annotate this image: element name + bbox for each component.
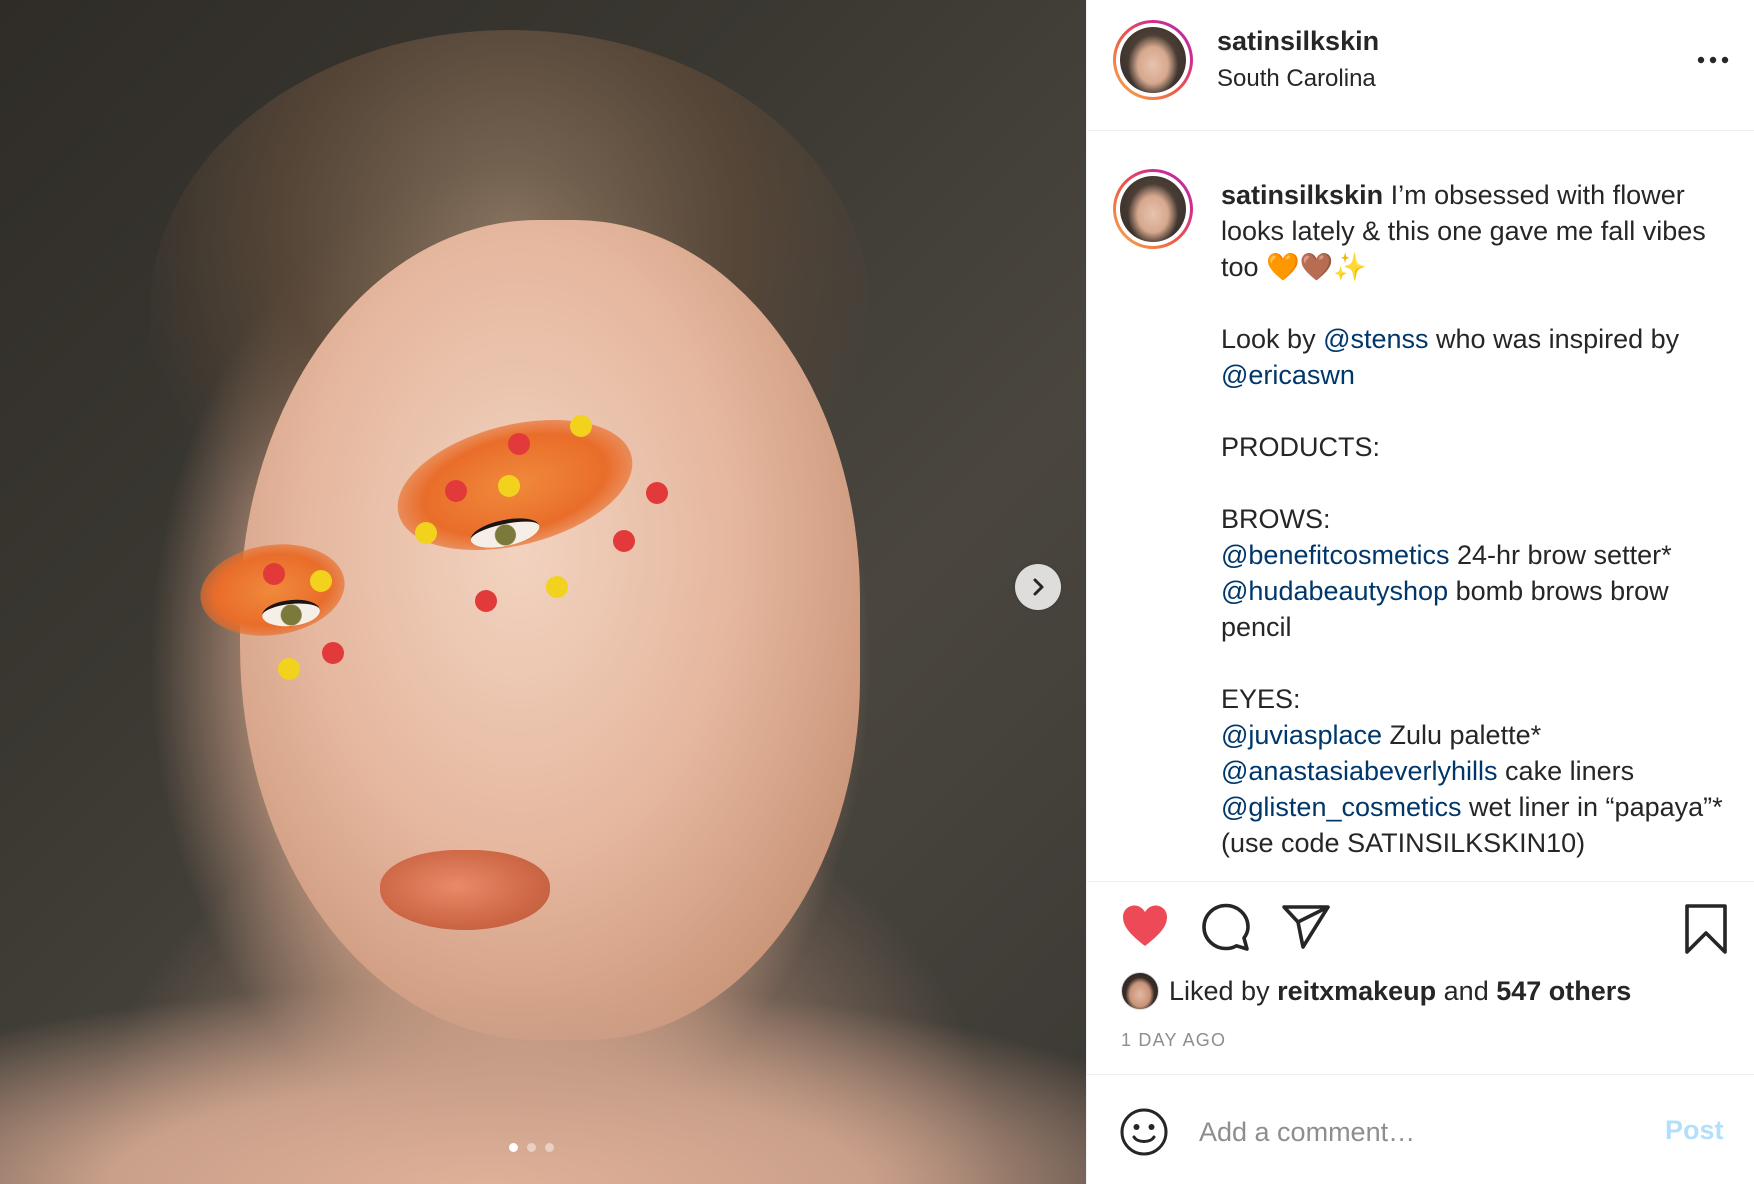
flower-decal bbox=[322, 642, 344, 664]
flower-decal bbox=[570, 415, 592, 437]
post-side-panel: satinsilkskin South Carolina satinsilksk… bbox=[1086, 0, 1754, 1184]
author-username[interactable]: satinsilkskin bbox=[1217, 26, 1379, 57]
emoji-button[interactable] bbox=[1119, 1107, 1169, 1157]
flower-decal bbox=[415, 522, 437, 544]
product-text: 24-hr brow setter* bbox=[1449, 540, 1672, 570]
products-heading: PRODUCTS: bbox=[1221, 432, 1381, 462]
carousel-dot-active bbox=[509, 1143, 518, 1152]
mention-link[interactable]: @glisten_cosmetics bbox=[1221, 792, 1462, 822]
caption-area: satinsilkskin I’m obsessed with flower l… bbox=[1087, 131, 1754, 882]
comment-icon bbox=[1202, 903, 1250, 951]
caption-username[interactable]: satinsilkskin bbox=[1221, 180, 1383, 210]
flower-decal bbox=[508, 433, 530, 455]
carousel-dot bbox=[545, 1143, 554, 1152]
comment-input[interactable] bbox=[1199, 1109, 1639, 1155]
share-button[interactable] bbox=[1279, 902, 1333, 952]
mention-link[interactable]: @hudabeautyshop bbox=[1221, 576, 1448, 606]
mention-link[interactable]: @benefitcosmetics bbox=[1221, 540, 1450, 570]
comment-button[interactable] bbox=[1199, 900, 1253, 954]
caption-inspired: who was inspired by bbox=[1428, 324, 1687, 354]
liker-username[interactable]: reitxmakeup bbox=[1277, 976, 1436, 1006]
mention-link[interactable]: @juviasplace bbox=[1221, 720, 1382, 750]
caption-avatar[interactable] bbox=[1113, 169, 1193, 249]
likes-text: Liked by reitxmakeup and 547 others bbox=[1169, 975, 1632, 1006]
caption-look-by: Look by bbox=[1221, 324, 1324, 354]
product-text: Zulu palette* bbox=[1382, 720, 1542, 750]
post-header: satinsilkskin South Carolina bbox=[1087, 0, 1754, 131]
flower-decal bbox=[278, 658, 300, 680]
post-location[interactable]: South Carolina bbox=[1217, 65, 1376, 93]
comment-bar: Post bbox=[1087, 1074, 1754, 1184]
more-horizontal-icon bbox=[1697, 56, 1729, 64]
likes-summary[interactable]: Liked by reitxmakeup and 547 others bbox=[1121, 972, 1631, 1010]
mention-link[interactable]: @ericaswn bbox=[1221, 360, 1355, 390]
heart-filled-icon bbox=[1123, 905, 1167, 946]
paper-plane-icon bbox=[1282, 905, 1330, 949]
flower-decal bbox=[475, 590, 497, 612]
chevron-right-icon bbox=[1033, 578, 1044, 596]
smiley-icon bbox=[1120, 1108, 1168, 1156]
product-text: cake liners bbox=[1497, 756, 1635, 786]
flower-decal bbox=[498, 475, 520, 497]
post-image[interactable] bbox=[0, 0, 1086, 1184]
photo-face bbox=[240, 220, 860, 1040]
flower-decal bbox=[445, 480, 467, 502]
carousel-dot bbox=[527, 1143, 536, 1152]
liker-avatar[interactable] bbox=[1121, 972, 1159, 1010]
carousel-dots bbox=[509, 1143, 554, 1152]
likes-count[interactable]: 547 others bbox=[1496, 976, 1631, 1006]
flower-decal bbox=[646, 482, 668, 504]
more-options-button[interactable] bbox=[1688, 43, 1738, 77]
mention-link[interactable]: @stenss bbox=[1323, 324, 1428, 354]
photo-lips bbox=[380, 850, 550, 930]
flower-decal bbox=[546, 576, 568, 598]
caption-text: satinsilkskin I’m obsessed with flower l… bbox=[1221, 177, 1731, 861]
bookmark-icon bbox=[1685, 904, 1727, 954]
brows-heading: BROWS: bbox=[1221, 504, 1331, 534]
mention-link[interactable]: @anastasiabeverlyhills bbox=[1221, 756, 1498, 786]
eyes-heading: EYES: bbox=[1221, 684, 1301, 714]
flower-decal bbox=[310, 570, 332, 592]
flower-decal bbox=[263, 563, 285, 585]
carousel-next-button[interactable] bbox=[1015, 564, 1061, 610]
flower-decal bbox=[613, 530, 635, 552]
author-avatar[interactable] bbox=[1113, 20, 1193, 100]
post-comment-button[interactable]: Post bbox=[1665, 1115, 1724, 1146]
post-timestamp[interactable]: 1 DAY AGO bbox=[1121, 1030, 1226, 1051]
like-button[interactable] bbox=[1119, 900, 1171, 952]
save-button[interactable] bbox=[1681, 902, 1731, 956]
